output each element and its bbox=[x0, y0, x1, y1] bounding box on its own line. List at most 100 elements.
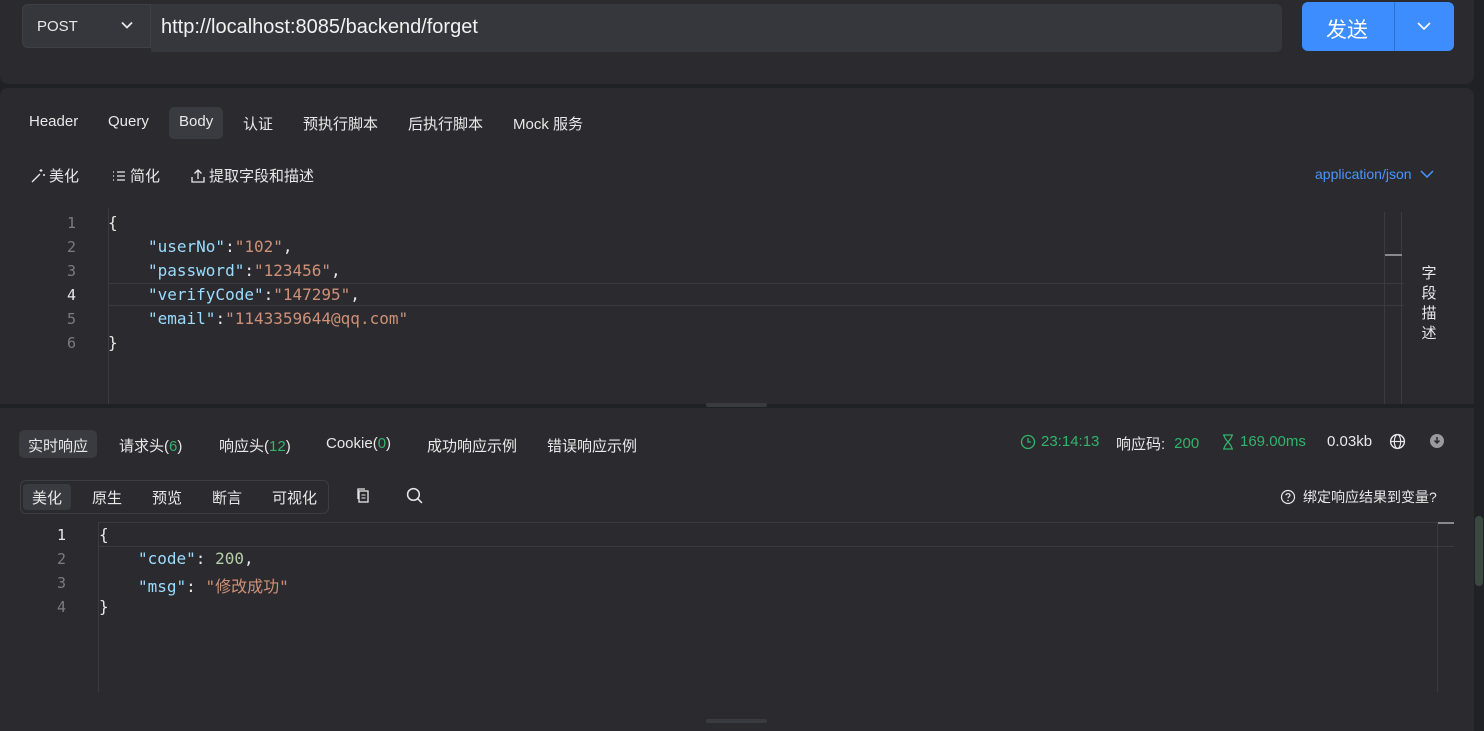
scroll-thumb[interactable] bbox=[1385, 254, 1402, 256]
tab-label: ) bbox=[386, 435, 392, 452]
json-brace: { bbox=[108, 213, 118, 232]
send-label: 发送 bbox=[1326, 19, 1368, 42]
content-type-label: application/json bbox=[1315, 166, 1412, 182]
line-number: 4 bbox=[56, 598, 66, 616]
url-input[interactable]: http://localhost:8085/backend/forget bbox=[151, 4, 1282, 52]
send-divider bbox=[1394, 2, 1395, 51]
field-desc-char: 字 bbox=[1421, 265, 1437, 282]
response-editor[interactable]: 1 2 3 4 { "code": 200, "msg": "修改成功" } bbox=[0, 522, 1456, 720]
method-select[interactable]: POST bbox=[22, 4, 151, 48]
line-number: 5 bbox=[66, 310, 76, 328]
status-code: 响应码: 200 bbox=[1116, 433, 1199, 454]
send-button[interactable]: 发送 bbox=[1302, 2, 1454, 51]
json-string: "修改成功" bbox=[205, 577, 289, 596]
json-brace: } bbox=[99, 597, 109, 616]
bind-hint-label: 绑定响应结果到变量? bbox=[1303, 489, 1437, 505]
tab-body[interactable]: Body bbox=[169, 107, 224, 139]
json-brace: } bbox=[108, 333, 118, 352]
tab-request-headers[interactable]: 请求头(6) bbox=[110, 430, 191, 458]
duration-value: 169.00ms bbox=[1240, 433, 1306, 450]
tab-success-example[interactable]: 成功响应示例 bbox=[418, 430, 526, 458]
tab-mock-service[interactable]: Mock 服务 bbox=[503, 107, 593, 139]
content-type-select[interactable]: application/json bbox=[1315, 166, 1434, 182]
simplify-label: 简化 bbox=[130, 168, 161, 185]
scroll-thumb[interactable] bbox=[1438, 522, 1454, 524]
code-line: "password":"123456", bbox=[148, 261, 341, 280]
line-number: 2 bbox=[66, 238, 76, 256]
magic-wand-icon bbox=[31, 168, 45, 182]
code-line: } bbox=[108, 333, 118, 352]
line-number: 4 bbox=[66, 286, 76, 304]
code-line: "email":"1143359644@qq.com" bbox=[148, 309, 409, 328]
response-time: 23:14:13 bbox=[1020, 433, 1099, 450]
beautify-button[interactable]: 美化 bbox=[30, 165, 79, 186]
tab-pre-script[interactable]: 预执行脚本 bbox=[293, 107, 388, 139]
tab-post-script[interactable]: 后执行脚本 bbox=[398, 107, 493, 139]
editor-scrollbar[interactable] bbox=[1384, 212, 1402, 404]
body-editor[interactable]: 1 2 3 4 5 6 { "userNo":"102", "password"… bbox=[0, 208, 1404, 404]
code-line: "code": 200, bbox=[138, 549, 254, 568]
chevron-down-icon bbox=[121, 21, 133, 29]
tab-label: 请求头( bbox=[119, 438, 169, 455]
globe-icon[interactable] bbox=[1389, 433, 1406, 454]
line-number: 2 bbox=[56, 550, 66, 568]
tab-error-example[interactable]: 错误响应示例 bbox=[538, 430, 646, 458]
line-number: 3 bbox=[66, 262, 76, 280]
editor-scrollbar[interactable] bbox=[1437, 522, 1454, 692]
field-desc-char: 描 bbox=[1421, 305, 1437, 322]
download-icon[interactable] bbox=[1429, 433, 1445, 453]
json-key: "verifyCode" bbox=[148, 285, 264, 304]
json-string: "123456" bbox=[253, 261, 332, 280]
hourglass-icon bbox=[1223, 433, 1233, 450]
splitter-handle[interactable] bbox=[706, 719, 767, 723]
status-value: 200 bbox=[1174, 435, 1200, 452]
mode-preview[interactable]: 预览 bbox=[143, 484, 191, 510]
json-string: "1143359644@qq.com" bbox=[225, 309, 409, 328]
json-string: "102" bbox=[234, 237, 283, 256]
code-line: { bbox=[99, 525, 109, 544]
method-label: POST bbox=[37, 18, 78, 35]
search-icon[interactable] bbox=[406, 487, 423, 508]
extract-fields-button[interactable]: 提取字段和描述 bbox=[190, 165, 314, 186]
mode-visualize[interactable]: 可视化 bbox=[263, 484, 326, 510]
tab-realtime-response[interactable]: 实时响应 bbox=[19, 430, 98, 458]
help-icon bbox=[1280, 489, 1296, 505]
bind-variable-link[interactable]: 绑定响应结果到变量? bbox=[1280, 487, 1437, 507]
current-line-highlight bbox=[98, 522, 1454, 547]
chevron-down-icon bbox=[1419, 170, 1434, 179]
tab-cookie[interactable]: Cookie(0) bbox=[317, 430, 400, 458]
tab-auth[interactable]: 认证 bbox=[233, 107, 283, 139]
mode-assert[interactable]: 断言 bbox=[203, 484, 251, 510]
json-key: "userNo" bbox=[148, 237, 226, 256]
copy-icon[interactable] bbox=[355, 487, 371, 508]
window-scrollbar[interactable] bbox=[1474, 0, 1484, 731]
mode-beautify[interactable]: 美化 bbox=[23, 484, 72, 510]
code-line: "msg": "修改成功" bbox=[138, 577, 289, 596]
indent-guide bbox=[108, 208, 109, 404]
tab-label: Cookie( bbox=[326, 435, 378, 452]
json-key: "password" bbox=[148, 261, 245, 280]
field-description-toggle[interactable]: 字 段 描 述 bbox=[1414, 264, 1444, 344]
code-line: "verifyCode":"147295", bbox=[148, 285, 360, 304]
clock-icon bbox=[1020, 434, 1036, 449]
field-desc-char: 述 bbox=[1421, 325, 1437, 342]
splitter-handle[interactable] bbox=[706, 403, 767, 407]
count-badge: 0 bbox=[377, 435, 387, 452]
tab-label: 响应头( bbox=[219, 438, 269, 455]
simplify-button[interactable]: 简化 bbox=[111, 165, 160, 186]
tab-header[interactable]: Header bbox=[19, 107, 88, 139]
window-scroll-thumb[interactable] bbox=[1475, 516, 1483, 586]
json-number: 200 bbox=[215, 549, 244, 568]
response-view-modes: 美化 原生 预览 断言 可视化 bbox=[20, 480, 329, 514]
json-key: "msg" bbox=[138, 577, 187, 596]
mode-raw[interactable]: 原生 bbox=[83, 484, 131, 510]
tab-label: ) bbox=[177, 438, 183, 455]
time-value: 23:14:13 bbox=[1041, 433, 1100, 450]
chevron-down-icon[interactable] bbox=[1417, 21, 1431, 31]
count-badge: 12 bbox=[269, 438, 286, 455]
tab-response-headers[interactable]: 响应头(12) bbox=[210, 430, 300, 458]
line-number: 6 bbox=[66, 334, 76, 352]
tab-query[interactable]: Query bbox=[98, 107, 159, 139]
json-key: "email" bbox=[148, 309, 216, 328]
beautify-label: 美化 bbox=[49, 168, 80, 185]
